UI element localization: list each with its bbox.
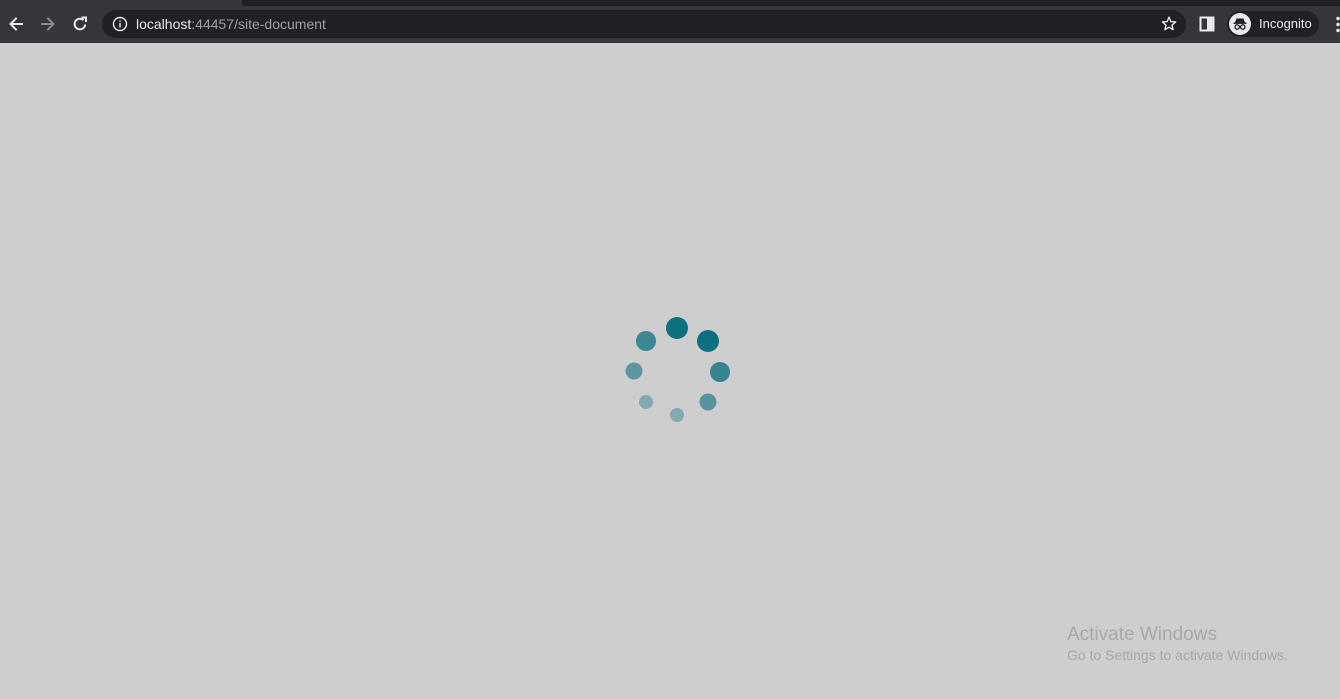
- spinner-dot: [636, 331, 656, 351]
- watermark-title: Activate Windows: [1067, 624, 1217, 645]
- browser-chrome: localhost:44457/site-document Incognito: [0, 0, 1340, 43]
- reload-icon: [73, 16, 87, 31]
- kebab-menu-icon[interactable]: [1333, 16, 1340, 34]
- windows-activation-watermark: Activate Windows Go to Settings to activ…: [1067, 624, 1288, 664]
- star-icon[interactable]: [1160, 15, 1178, 33]
- url-host: localhost: [136, 16, 192, 32]
- url-text[interactable]: localhost:44457/site-document: [136, 17, 326, 32]
- browser-toolbar: localhost:44457/site-document Incognito: [0, 6, 1340, 43]
- incognito-icon: [1229, 13, 1251, 35]
- profile-label: Incognito: [1259, 16, 1312, 31]
- spinner-dot: [697, 330, 719, 352]
- forward-button[interactable]: [35, 11, 61, 37]
- spinner-dot: [639, 395, 653, 409]
- watermark-subtitle: Go to Settings to activate Windows.: [1067, 647, 1288, 663]
- spinner-dot: [670, 408, 684, 422]
- back-button[interactable]: [3, 11, 29, 37]
- arrow-left-icon: [9, 17, 23, 31]
- spinner-dot: [625, 362, 643, 380]
- page-content: [0, 43, 1340, 699]
- loading-spinner: [625, 317, 730, 422]
- spinner-dot: [666, 317, 688, 339]
- reload-button[interactable]: [67, 11, 93, 37]
- info-icon[interactable]: [112, 16, 128, 32]
- address-bar[interactable]: localhost:44457/site-document: [102, 10, 1186, 38]
- arrow-right-icon: [41, 17, 55, 31]
- url-path: :44457/site-document: [191, 16, 326, 32]
- profile-button[interactable]: Incognito: [1227, 11, 1319, 37]
- side-panel-icon[interactable]: [1199, 16, 1215, 32]
- spinner-dot: [710, 362, 730, 382]
- spinner-dot: [699, 393, 717, 411]
